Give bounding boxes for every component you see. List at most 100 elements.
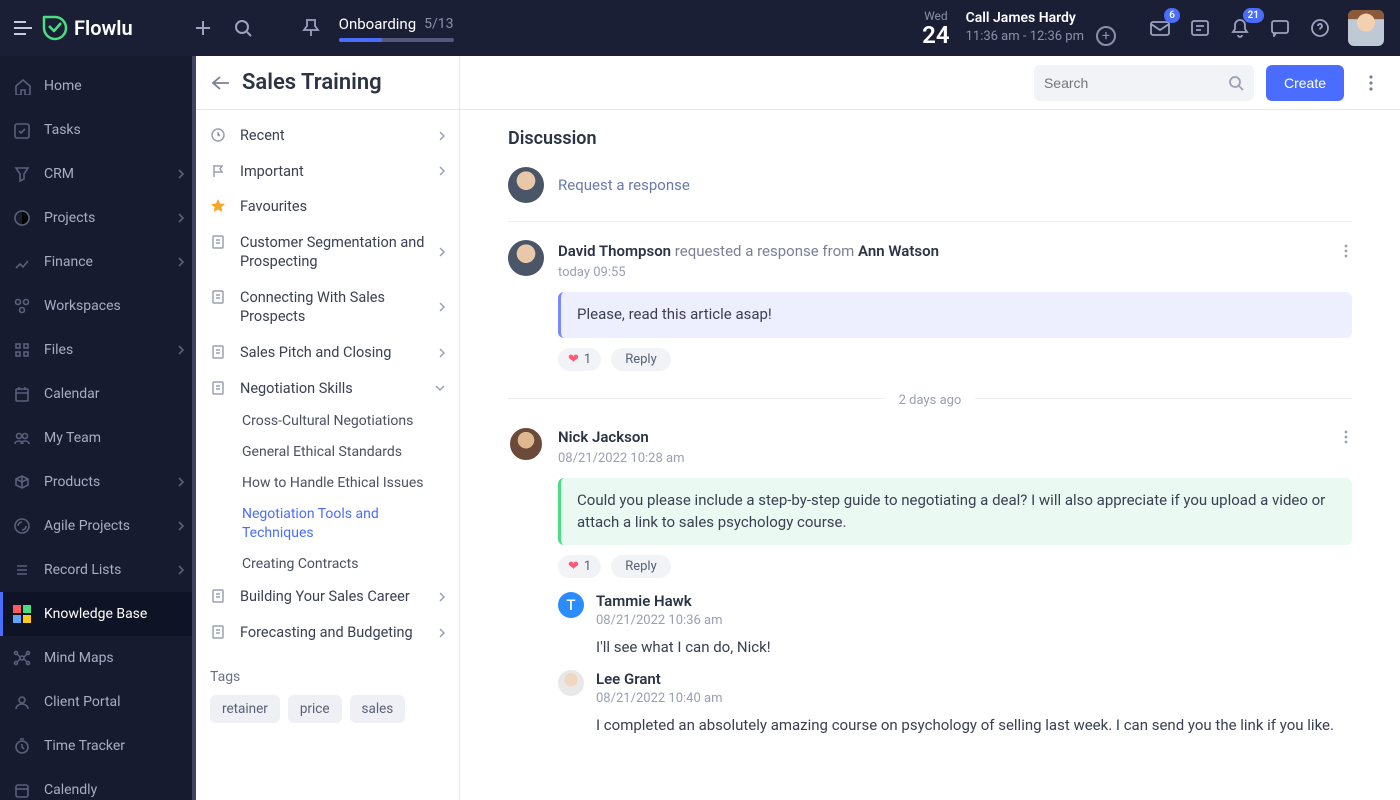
- sidebar-item-files[interactable]: Files: [0, 328, 196, 372]
- comment-timestamp: today 09:55: [558, 265, 1352, 280]
- back-icon[interactable]: [206, 68, 236, 98]
- bell-icon[interactable]: 21: [1222, 10, 1258, 46]
- discussion-heading: Discussion: [508, 128, 1352, 149]
- sidebar-item-tasks[interactable]: Tasks: [0, 108, 196, 152]
- pin-icon[interactable]: [293, 10, 329, 46]
- add-event-icon[interactable]: +: [1096, 26, 1116, 46]
- sidebar-item-label: Tasks: [44, 122, 184, 138]
- heart-icon: ❤: [568, 559, 579, 574]
- comment: Nick Jackson 08/21/2022 10:28 am Could y…: [508, 426, 1352, 735]
- onboarding-progress: [339, 38, 454, 42]
- kb-nav-item[interactable]: Building Your Sales Career: [196, 579, 459, 615]
- reply-text: I completed an absolutely amazing course…: [596, 716, 1352, 734]
- kb-sub-item[interactable]: How to Handle Ethical Issues: [196, 468, 459, 499]
- sidebar-item-products[interactable]: Products: [0, 460, 196, 504]
- kb-nav-item[interactable]: Negotiation Skills: [196, 371, 459, 407]
- tag[interactable]: price: [288, 695, 342, 723]
- comment-more-icon[interactable]: [1340, 426, 1352, 448]
- kb-nav-item[interactable]: Important: [196, 154, 459, 190]
- reply-button[interactable]: Reply: [611, 555, 671, 578]
- kb-nav-item[interactable]: Forecasting and Budgeting: [196, 615, 459, 651]
- tags-heading: Tags: [196, 651, 459, 695]
- sidebar-item-label: Projects: [44, 210, 166, 226]
- sidebar-item-crm[interactable]: CRM: [0, 152, 196, 196]
- sidebar-item-calendar[interactable]: Calendar: [0, 372, 196, 416]
- onboarding-widget[interactable]: Onboarding 5/13: [339, 15, 454, 42]
- search-icon[interactable]: [1228, 75, 1244, 91]
- sidebar-item-label: Mind Maps: [44, 650, 184, 666]
- avatar[interactable]: [508, 240, 544, 276]
- reply-button[interactable]: Reply: [611, 348, 671, 371]
- comment-header: David Thompson requested a response from…: [558, 242, 939, 260]
- sidebar-item-mind-maps[interactable]: Mind Maps: [0, 636, 196, 680]
- heart-reaction[interactable]: ❤ 1: [558, 555, 601, 578]
- reply: Lee Grant 08/21/2022 10:40 am I complete…: [558, 670, 1352, 734]
- sidebar-item-label: Calendly: [44, 782, 184, 798]
- event-title: Call James Hardy: [966, 10, 1116, 26]
- date-day: 24: [922, 23, 949, 47]
- onboarding-label: Onboarding: [339, 15, 417, 33]
- comment-more-icon[interactable]: [1340, 240, 1352, 262]
- notes-icon[interactable]: [1182, 10, 1218, 46]
- reply-author: Lee Grant: [596, 670, 1352, 688]
- add-icon[interactable]: [185, 10, 221, 46]
- sidebar-item-client-portal[interactable]: Client Portal: [0, 680, 196, 724]
- sidebar-item-knowledge-base[interactable]: Knowledge Base: [0, 592, 196, 636]
- sidebar-item-time-tracker[interactable]: Time Tracker: [0, 724, 196, 768]
- sidebar-item-record-lists[interactable]: Record Lists: [0, 548, 196, 592]
- avatar[interactable]: [508, 426, 544, 462]
- sidebar-item-finance[interactable]: Finance: [0, 240, 196, 284]
- heart-reaction[interactable]: ❤ 1: [558, 348, 601, 371]
- menu-toggle-icon[interactable]: [8, 13, 38, 43]
- date-widget[interactable]: Wed 24: [922, 9, 949, 47]
- kb-nav-item[interactable]: Customer Segmentation and Prospecting: [196, 225, 459, 280]
- user-avatar[interactable]: [1348, 10, 1384, 46]
- avatar[interactable]: [508, 167, 544, 203]
- more-icon[interactable]: [1356, 68, 1386, 98]
- next-event[interactable]: Call James Hardy 11:36 am - 12:36 pm +: [966, 10, 1116, 46]
- sidebar-item-label: Calendar: [44, 386, 184, 402]
- sidebar-item-workspaces[interactable]: Workspaces: [0, 284, 196, 328]
- avatar[interactable]: T: [558, 592, 584, 618]
- tag[interactable]: retainer: [210, 695, 280, 723]
- chevron-right-icon: [178, 345, 184, 355]
- sidebar-scrollbar[interactable]: [192, 56, 196, 800]
- inbox-icon[interactable]: 6: [1142, 10, 1178, 46]
- sidebar-item-my-team[interactable]: My Team: [0, 416, 196, 460]
- clock-icon: [210, 127, 228, 145]
- kb-sub-item[interactable]: General Ethical Standards: [196, 437, 459, 468]
- kb-sub-item[interactable]: Cross-Cultural Negotiations: [196, 406, 459, 437]
- chat-icon[interactable]: [1262, 10, 1298, 46]
- sidebar-item-projects[interactable]: Projects: [0, 196, 196, 240]
- chevron-right-icon: [439, 348, 445, 358]
- kb-sub-item[interactable]: Creating Contracts: [196, 549, 459, 580]
- document-icon: [210, 344, 228, 362]
- tag-row: retainer price sales: [196, 695, 459, 739]
- chevron-right-icon: [439, 628, 445, 638]
- create-button[interactable]: Create: [1266, 65, 1344, 101]
- chevron-down-icon: [435, 385, 445, 391]
- sidebar-item-label: Agile Projects: [44, 518, 166, 534]
- sidebar-item-calendly[interactable]: Calendly: [0, 768, 196, 800]
- document-icon: [210, 289, 228, 307]
- kb-nav-item[interactable]: Favourites: [196, 189, 459, 225]
- tag[interactable]: sales: [350, 695, 406, 723]
- request-response-link[interactable]: Request a response: [558, 176, 690, 194]
- kb-sub-item[interactable]: Negotiation Tools and Techniques: [196, 499, 459, 549]
- sidebar-item-label: Knowledge Base: [44, 606, 184, 622]
- sidebar-item-home[interactable]: Home: [0, 64, 196, 108]
- sidebar-item-label: Record Lists: [44, 562, 166, 578]
- search-input[interactable]: [1044, 75, 1228, 91]
- kb-nav-item[interactable]: Recent: [196, 118, 459, 154]
- kb-nav-item[interactable]: Connecting With Sales Prospects: [196, 280, 459, 335]
- kb-nav-item[interactable]: Sales Pitch and Closing: [196, 335, 459, 371]
- sidebar-item-agile-projects[interactable]: Agile Projects: [0, 504, 196, 548]
- comment-text: Could you please include a step-by-step …: [558, 478, 1352, 546]
- search-icon[interactable]: [225, 10, 261, 46]
- main-sidebar: Home Tasks CRM Projects FinanceWorkspacesFil…: [0, 56, 196, 800]
- brand-logo[interactable]: Flowlu: [42, 15, 133, 41]
- avatar[interactable]: [558, 670, 584, 696]
- search-box[interactable]: [1034, 65, 1254, 101]
- help-icon[interactable]: [1302, 10, 1338, 46]
- chevron-right-icon: [439, 302, 445, 312]
